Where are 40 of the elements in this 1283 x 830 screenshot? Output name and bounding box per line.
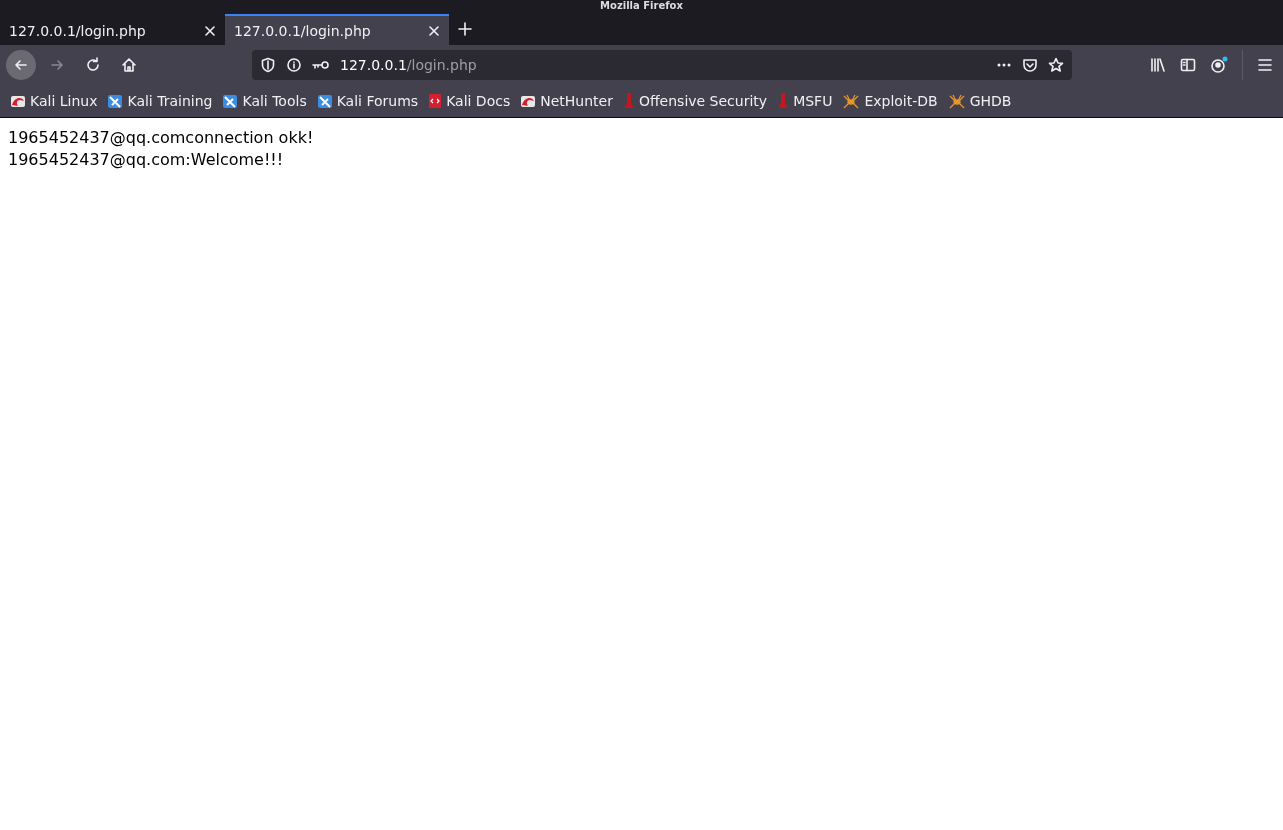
bookmark-link[interactable]: Kali Training: [107, 93, 213, 109]
library-icon[interactable]: [1150, 57, 1166, 73]
shield-icon[interactable]: [260, 57, 276, 73]
bookmark-link[interactable]: Kali Forums: [316, 93, 419, 109]
page-text: 1965452437@qq.com:Welcome!!!: [8, 149, 285, 171]
bookmark-link[interactable]: NetHunter: [520, 93, 613, 109]
account-icon[interactable]: [1210, 56, 1228, 74]
bookmark-link[interactable]: GHDB: [947, 93, 1012, 109]
browser-tab[interactable]: 127.0.0.1/login.php: [225, 14, 449, 45]
page-text: 1965452437@qq.comconnection okk!: [8, 127, 315, 149]
back-arrow-icon: [13, 57, 29, 73]
tab-title: 127.0.0.1/login.php: [9, 22, 146, 39]
sidebar-icon[interactable]: [1180, 57, 1196, 73]
reload-icon: [85, 57, 101, 73]
address-bar[interactable]: 127.0.0.1/login.php: [252, 50, 1072, 80]
home-icon: [121, 57, 137, 73]
bookmark-link[interactable]: MSFU: [777, 92, 833, 110]
spider-icon: [947, 93, 966, 109]
close-icon[interactable]: [204, 24, 216, 37]
bookmark-link[interactable]: Exploit-DB: [842, 93, 938, 109]
bookmark-link[interactable]: Offensive Security: [622, 92, 768, 110]
bookmark-link[interactable]: Kali Linux: [10, 93, 98, 109]
bookmark-link[interactable]: Kali Docs: [428, 93, 511, 109]
dragon-icon: [520, 93, 537, 109]
menu-icon[interactable]: [1257, 57, 1273, 73]
document-icon: [428, 93, 443, 109]
star-icon[interactable]: [1048, 57, 1064, 73]
back-button[interactable]: [6, 50, 36, 80]
close-icon[interactable]: [428, 24, 440, 37]
pocket-icon[interactable]: [1022, 57, 1038, 73]
dragon-icon: [10, 93, 26, 109]
bookmark-link[interactable]: Kali Tools: [222, 93, 307, 109]
plus-icon[interactable]: [457, 21, 473, 37]
info-icon[interactable]: [286, 57, 302, 73]
url-text: 127.0.0.1/login.php: [340, 57, 478, 73]
browser-tab[interactable]: 127.0.0.1/login.php: [0, 14, 225, 45]
tab-title: 127.0.0.1/login.php: [234, 22, 371, 39]
forward-arrow-icon: [49, 57, 65, 73]
spider-icon: [842, 93, 861, 109]
window-title: Mozilla Firefox: [600, 0, 683, 12]
